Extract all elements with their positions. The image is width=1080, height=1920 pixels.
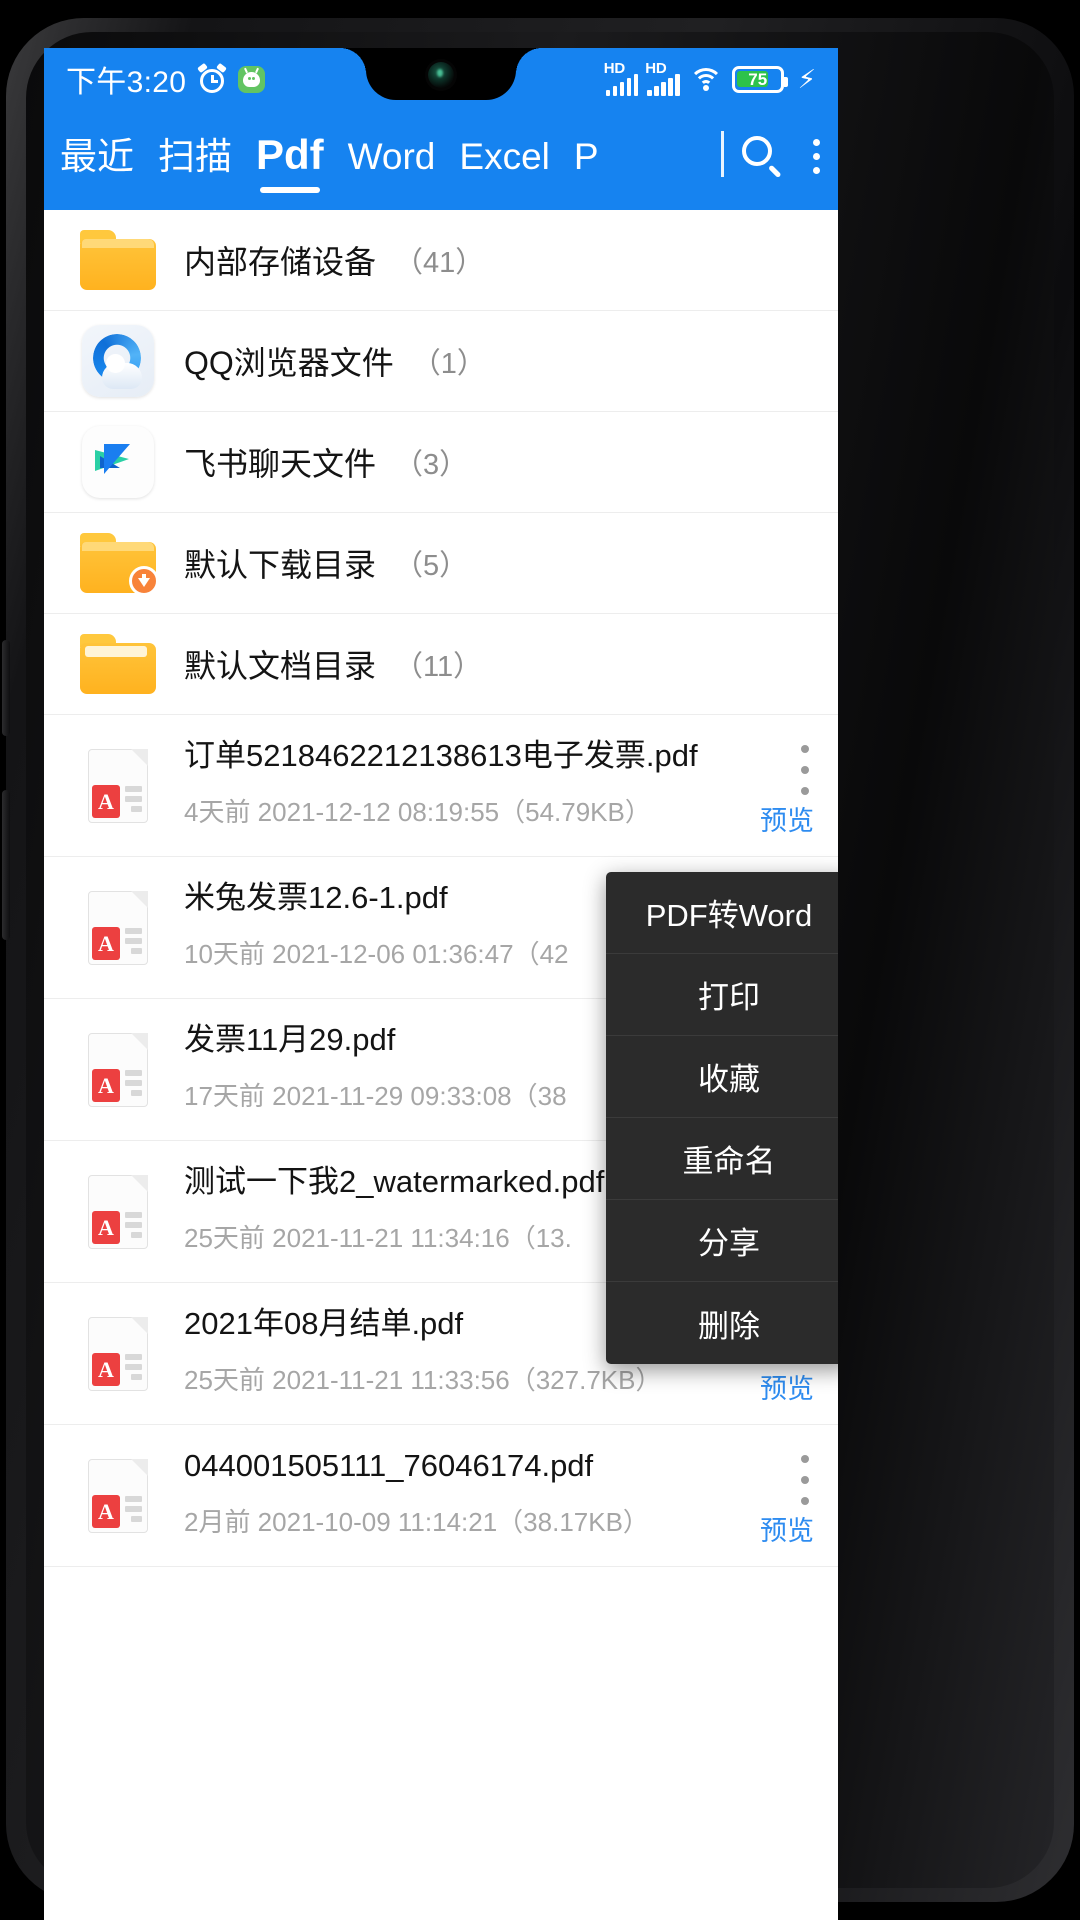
phone-screen: 下午3:20 HD HD 75 ⚡ 最近 扫描 Pdf Word Excel P…	[44, 48, 838, 1920]
pdf-file-icon: A	[88, 749, 148, 823]
file-icon-wrap: A	[70, 1447, 166, 1533]
phone-device-frame: 下午3:20 HD HD 75 ⚡ 最近 扫描 Pdf Word Excel P…	[0, 0, 1080, 1920]
tab-p[interactable]: P	[574, 136, 599, 192]
folder-name: 内部存储设备	[184, 244, 377, 280]
folder-row[interactable]: 默认下载目录 （5）	[44, 513, 838, 614]
notch-right-corner	[516, 48, 542, 74]
battery-percent-label: 75	[748, 69, 768, 89]
active-tab-underline	[260, 187, 320, 193]
status-bar-left: 下午3:20	[66, 57, 266, 101]
folder-name: 默认下载目录	[184, 547, 377, 583]
tab-word[interactable]: Word	[348, 136, 436, 192]
alarm-icon	[197, 62, 228, 93]
folder-name: 飞书聊天文件	[184, 446, 377, 482]
folder-count: （41）	[394, 247, 485, 279]
file-name: 044001505111_76046174.pdf	[184, 1448, 594, 1483]
folder-icon-wrap	[70, 533, 166, 596]
folder-count: （1）	[411, 348, 486, 380]
hd-label-sim2: HD	[645, 60, 667, 77]
file-context-menu[interactable]: PDF转Word 打印 收藏 重命名 分享 删除	[606, 872, 838, 1364]
status-bar-right: HD HD 75 ⚡	[603, 60, 816, 96]
tab-label: Pdf	[256, 131, 324, 178]
file-icon-wrap: A	[70, 1305, 166, 1391]
tab-最近[interactable]: 最近	[60, 126, 134, 194]
tab-label: Excel	[459, 136, 550, 177]
hd-label-sim1: HD	[603, 60, 625, 77]
folder-icon-wrap	[70, 426, 166, 498]
search-icon[interactable]	[740, 134, 784, 178]
folder-name: QQ浏览器文件	[184, 345, 394, 381]
file-more-icon[interactable]	[798, 1455, 812, 1505]
folder-row[interactable]: QQ浏览器文件 （1）	[44, 311, 838, 412]
folder-icon	[80, 230, 156, 290]
power-button[interactable]	[2, 790, 10, 940]
android-bug-icon	[238, 65, 266, 93]
file-preview-link[interactable]: 预览	[760, 799, 814, 838]
context-menu-item[interactable]: 重命名	[606, 1118, 838, 1200]
tab-bar-actions	[740, 134, 822, 186]
folder-icon-wrap	[70, 325, 166, 397]
file-icon-wrap: A	[70, 879, 166, 965]
context-menu-item[interactable]: 删除	[606, 1282, 838, 1364]
signal-icon-sim2: HD	[645, 60, 680, 96]
folder-icon-wrap	[70, 230, 166, 290]
more-vertical-icon[interactable]	[810, 134, 822, 178]
file-meta: 2月前 2021-10-09 11:14:21（38.17KB）	[184, 1506, 649, 1537]
folder-open-icon	[80, 634, 156, 694]
status-time: 下午3:20	[66, 66, 187, 99]
file-preview-link[interactable]: 预览	[760, 1509, 814, 1548]
file-more-icon[interactable]	[798, 745, 812, 795]
pdf-file-icon: A	[88, 1459, 148, 1533]
pdf-file-icon: A	[88, 891, 148, 965]
volume-button[interactable]	[2, 640, 10, 736]
signal-icon-sim1: HD	[603, 60, 639, 96]
folder-count: （3）	[394, 449, 469, 481]
wifi-icon	[688, 66, 723, 92]
notch-left-corner	[340, 48, 366, 74]
file-info: 订单5218462212138613电子发票.pdf 4天前 2021-12-12…	[184, 737, 812, 829]
folder-download-icon	[80, 533, 159, 596]
context-menu-item[interactable]: PDF转Word	[606, 872, 838, 954]
folder-row[interactable]: 默认文档目录 （11）	[44, 614, 838, 715]
tab-divider	[721, 131, 724, 177]
folder-icon-wrap	[70, 634, 166, 694]
file-name: 订单5218462212138613电子发票.pdf	[184, 738, 698, 773]
tab-label: 扫描	[158, 136, 232, 177]
context-menu-item[interactable]: 分享	[606, 1200, 838, 1282]
file-row[interactable]: A 订单5218462212138613电子发票.pdf 4天前 2021-12-1…	[44, 715, 838, 857]
front-camera-icon	[428, 62, 454, 88]
charging-bolt-icon: ⚡	[797, 64, 816, 94]
context-menu-item[interactable]: 收藏	[606, 1036, 838, 1118]
file-meta: 4天前 2021-12-12 08:19:55（54.79KB）	[184, 796, 651, 827]
file-icon-wrap: A	[70, 1021, 166, 1107]
file-icon-wrap: A	[70, 1163, 166, 1249]
camera-notch	[340, 48, 542, 100]
tab-label: Word	[347, 136, 436, 177]
qq-browser-icon	[82, 325, 154, 397]
folder-count: （5）	[394, 550, 469, 582]
file-meta: 25天前 2021-11-21 11:33:56（327.7KB）	[184, 1364, 662, 1395]
tab-label: 最近	[60, 136, 134, 177]
context-menu-item[interactable]: 打印	[606, 954, 838, 1036]
battery-icon: 75	[731, 65, 788, 93]
tab-excel[interactable]: Excel	[459, 136, 549, 192]
file-icon-wrap: A	[70, 737, 166, 823]
tab-扫描[interactable]: 扫描	[158, 126, 232, 194]
app-tab-bar: 最近 扫描 Pdf Word Excel P	[44, 110, 838, 210]
pdf-file-icon: A	[88, 1033, 148, 1107]
tab-label: P	[573, 136, 599, 177]
file-preview-link[interactable]: 预览	[760, 1367, 814, 1406]
feishu-icon	[82, 426, 154, 498]
folder-name: 默认文档目录	[184, 648, 377, 684]
file-row[interactable]: A 044001505111_76046174.pdf 2月前 2021-10-09…	[44, 1425, 838, 1567]
folder-row[interactable]: 内部存储设备 （41）	[44, 210, 838, 311]
pdf-file-icon: A	[88, 1175, 148, 1249]
file-info: 044001505111_76046174.pdf 2月前 2021-10-09 …	[184, 1447, 812, 1539]
pdf-file-icon: A	[88, 1317, 148, 1391]
camera-glint	[437, 69, 443, 77]
tab-strip[interactable]: 最近 扫描 Pdf Word Excel P	[60, 126, 715, 194]
folder-row[interactable]: 飞书聊天文件 （3）	[44, 412, 838, 513]
tab-pdf[interactable]: Pdf	[256, 131, 324, 193]
folder-count: （11）	[394, 651, 483, 683]
